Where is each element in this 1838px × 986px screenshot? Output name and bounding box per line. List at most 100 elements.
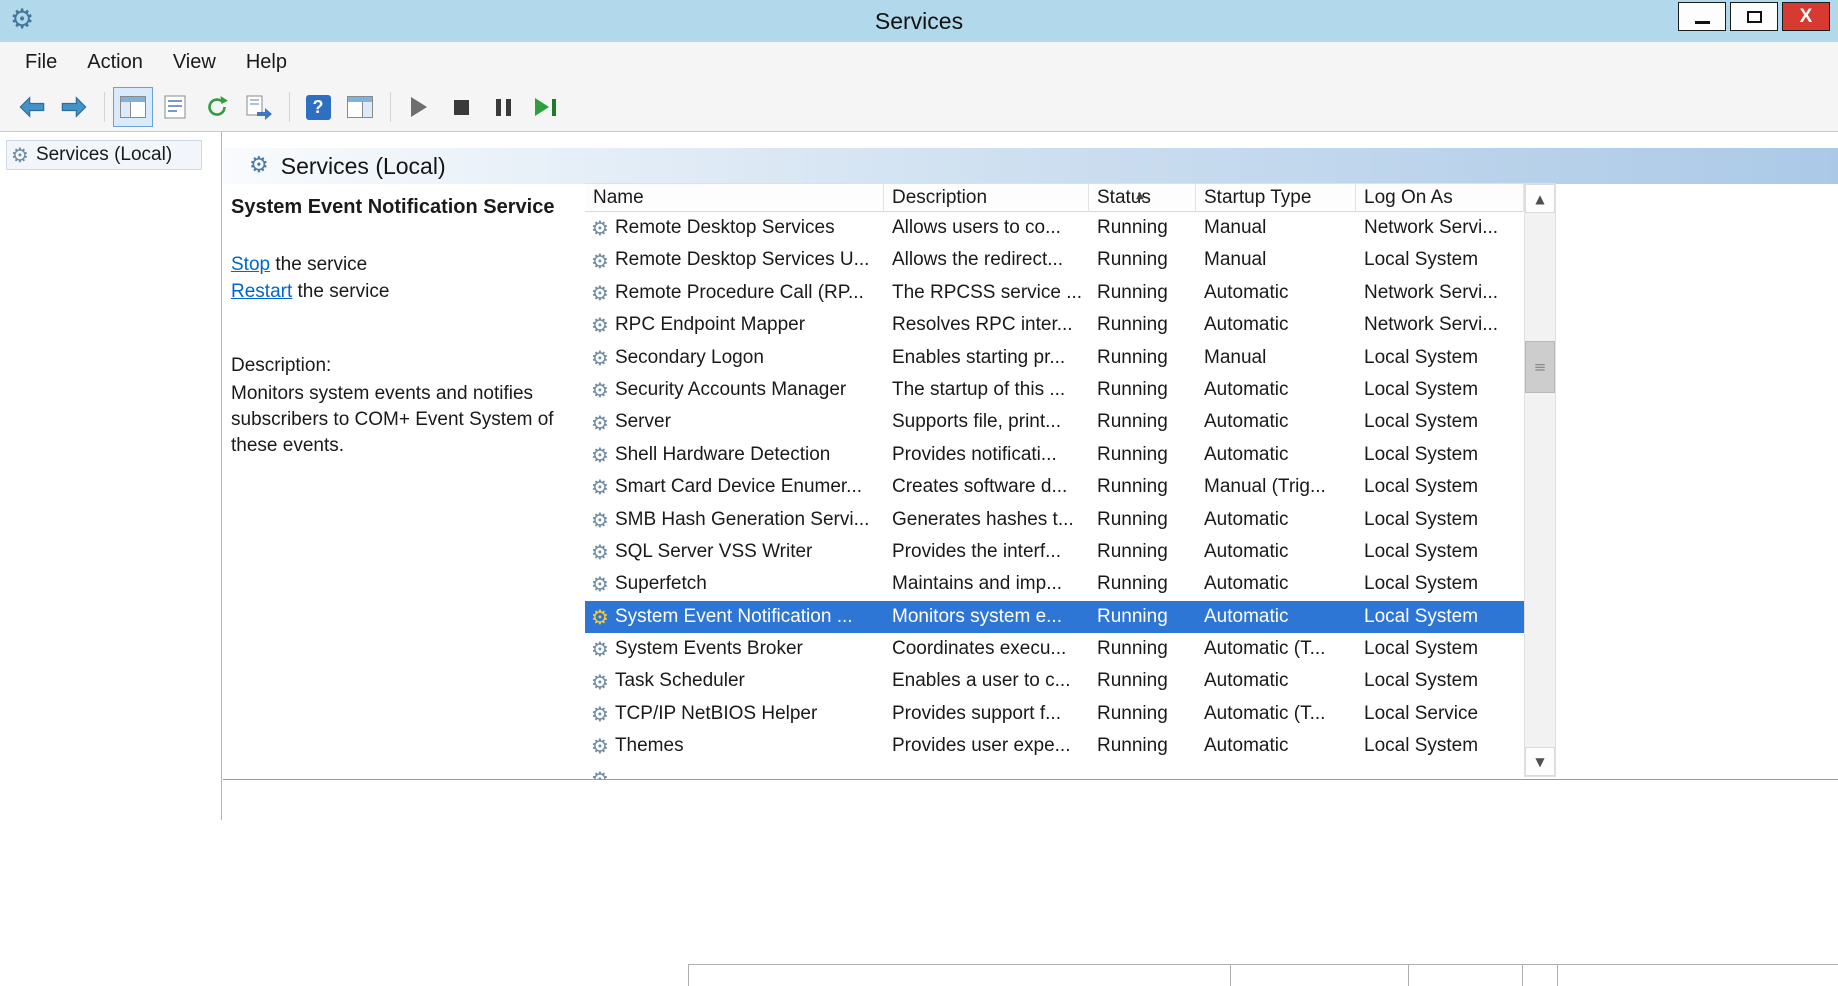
service-name: System Event Notification ... <box>615 601 853 633</box>
minimize-button[interactable] <box>1678 2 1726 31</box>
table-row[interactable]: ⚙Task SchedulerEnables a user to c...Run… <box>585 665 1524 697</box>
column-header-status[interactable]: ▲Status <box>1089 184 1196 212</box>
export-list-icon <box>246 95 273 120</box>
maximize-button[interactable] <box>1730 2 1778 31</box>
table-cell: Automatic <box>1196 439 1356 471</box>
table-row[interactable]: ⚙Smart Card Device Enumer...Creates soft… <box>585 471 1524 503</box>
export-list-button[interactable] <box>239 87 279 127</box>
service-name: System Events Broker <box>615 633 803 665</box>
toolbar-separator <box>104 92 105 122</box>
table-cell: Provides the interf... <box>884 536 1089 568</box>
service-name: Server <box>615 406 671 438</box>
menu-action[interactable]: Action <box>72 42 158 83</box>
column-header-startup-type[interactable]: Startup Type <box>1196 184 1356 212</box>
menu-bar: File Action View Help <box>0 42 1838 83</box>
titlebar: ⚙ Services X <box>0 0 1838 42</box>
table-row[interactable]: ⚙Remote Procedure Call (RP...The RPCSS s… <box>585 277 1524 309</box>
stop-icon <box>454 100 469 115</box>
window-controls: X <box>1678 2 1830 31</box>
refresh-icon <box>205 95 229 119</box>
table-row[interactable]: ⚙SuperfetchMaintains and imp...RunningAu… <box>585 568 1524 600</box>
service-list-body: ⚙ Remote Desktop Services Allows users to … <box>585 212 1524 779</box>
show-action-pane-button[interactable] <box>340 87 380 127</box>
column-header-description[interactable]: Description <box>884 184 1089 212</box>
back-arrow-icon <box>18 95 46 119</box>
menu-file[interactable]: File <box>10 42 72 83</box>
column-header-log-on-as[interactable]: Log On As <box>1356 184 1524 212</box>
pause-service-button[interactable] <box>483 87 523 127</box>
action-pane-icon <box>347 96 373 118</box>
table-cell: Enables starting pr... <box>884 342 1089 374</box>
table-cell: Automatic <box>1196 730 1356 762</box>
tree-item-services-local[interactable]: ⚙ Services (Local) <box>6 140 202 170</box>
window-title: Services <box>0 0 1838 42</box>
table-row[interactable]: ⚙RPC Endpoint MapperResolves RPC inter..… <box>585 309 1524 341</box>
table-cell: Automatic <box>1196 374 1356 406</box>
table-cell: Resolves RPC inter... <box>884 309 1089 341</box>
stop-service-link[interactable]: Stop <box>231 254 270 275</box>
table-row[interactable]: ⚙TCP/IP NetBIOS HelperProvides support f… <box>585 698 1524 730</box>
stop-service-button[interactable] <box>441 87 481 127</box>
service-name-cell: ⚙System Event Notification ... <box>585 601 884 633</box>
scroll-down-button[interactable]: ▼ <box>1525 747 1555 776</box>
results-pane: ⚙ Services (Local) System Event Notifica… <box>223 132 1838 986</box>
table-cell: Running <box>1089 730 1196 762</box>
service-gear-icon: ⚙ <box>591 413 609 433</box>
service-name-cell: ⚙Remote Procedure Call (RP... <box>585 277 884 309</box>
extended-detail-pane: System Event Notification Service Stop t… <box>231 188 583 459</box>
table-cell: Local System <box>1356 730 1524 762</box>
start-service-button[interactable] <box>399 87 439 127</box>
scroll-up-button[interactable]: ▲ <box>1525 184 1555 213</box>
table-row[interactable]: ⚙Secondary LogonEnables starting pr...Ru… <box>585 342 1524 374</box>
properties-button[interactable] <box>155 87 195 127</box>
table-cell: Running <box>1089 536 1196 568</box>
restart-service-link[interactable]: Restart <box>231 281 292 302</box>
close-button[interactable]: X <box>1782 2 1830 31</box>
service-gear-icon: ⚙ <box>591 380 609 400</box>
service-name-cell: ⚙Shell Hardware Detection <box>585 439 884 471</box>
sort-ascending-icon: ▲ <box>1136 184 1144 210</box>
scrollbar-thumb[interactable]: ≡ <box>1525 341 1555 393</box>
menu-help[interactable]: Help <box>231 42 302 83</box>
table-cell: Running <box>1089 504 1196 536</box>
tab-strip-divider <box>223 779 1838 780</box>
table-row[interactable]: ⚙System Events BrokerCoordinates execu..… <box>585 633 1524 665</box>
table-cell: Allows users to co... <box>884 212 1089 244</box>
table-row[interactable]: ⚙System Event Notification ...Monitors s… <box>585 601 1524 633</box>
table-row[interactable]: ⚙ <box>585 763 1524 779</box>
menu-view[interactable]: View <box>158 42 231 83</box>
table-cell: Automatic <box>1196 309 1356 341</box>
back-button[interactable] <box>12 87 52 127</box>
table-row[interactable]: ⚙Remote Desktop Services U...Allows the … <box>585 244 1524 276</box>
table-cell: Network Servi... <box>1356 309 1524 341</box>
forward-arrow-icon <box>60 95 88 119</box>
table-row[interactable]: ⚙SMB Hash Generation Servi...Generates h… <box>585 504 1524 536</box>
service-name-cell: ⚙Remote Desktop Services U... <box>585 244 884 276</box>
table-row[interactable]: ⚙ThemesProvides user expe...RunningAutom… <box>585 730 1524 762</box>
table-cell: Local System <box>1356 406 1524 438</box>
service-name: Remote Desktop Services <box>615 212 835 244</box>
table-cell: Provides support f... <box>884 698 1089 730</box>
statusbar-divider <box>1522 965 1558 986</box>
table-row[interactable]: ⚙Security Accounts ManagerThe startup of… <box>585 374 1524 406</box>
table-cell: The startup of this ... <box>884 374 1089 406</box>
table-cell: Running <box>1089 698 1196 730</box>
service-gear-icon: ⚙ <box>591 769 609 779</box>
show-console-tree-button[interactable] <box>113 87 153 127</box>
service-name-cell: ⚙Security Accounts Manager <box>585 374 884 406</box>
help-button[interactable]: ? <box>298 87 338 127</box>
table-row[interactable]: ⚙Shell Hardware DetectionProvides notifi… <box>585 439 1524 471</box>
vertical-scrollbar[interactable]: ▲ ≡ ▼ <box>1524 183 1556 777</box>
results-header-title: Services (Local) <box>281 153 446 180</box>
table-row[interactable]: ⚙ServerSupports file, print...RunningAut… <box>585 406 1524 438</box>
description-label: Description: <box>231 355 583 377</box>
forward-button[interactable] <box>54 87 94 127</box>
restart-service-button[interactable] <box>525 87 565 127</box>
table-row[interactable]: ⚙SQL Server VSS WriterProvides the inter… <box>585 536 1524 568</box>
table-cell: Local System <box>1356 471 1524 503</box>
refresh-button[interactable] <box>197 87 237 127</box>
results-header-band: ⚙ Services (Local) <box>223 148 1838 184</box>
table-cell: Automatic <box>1196 406 1356 438</box>
column-header-name[interactable]: Name <box>585 184 884 212</box>
table-row[interactable]: ⚙Remote Desktop ServicesAllows users to … <box>585 212 1524 244</box>
